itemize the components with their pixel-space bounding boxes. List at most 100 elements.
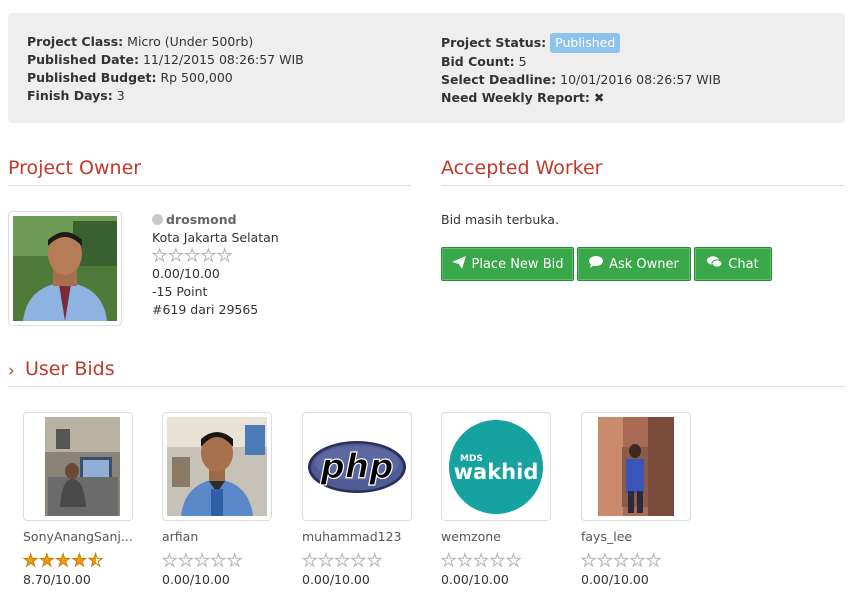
project-info-panel: Project Class: Micro (Under 500rb) Publi… [8,13,845,123]
bidder-avatar[interactable]: php [302,412,412,521]
published-date-value: 11/12/2015 08:26:57 WIB [142,52,304,67]
bidder-rating-stars: ★★★★★ [580,551,691,571]
chevron-right-icon: › [8,361,15,381]
owner-score: 0.00/10.00 [152,266,220,281]
star-icon: ★ [178,551,195,571]
star-icon: ★ [457,551,474,571]
owner-rank: #619 dari 29565 [152,302,259,317]
owner-username-row: drosmond [152,211,279,229]
chat-button[interactable]: Chat [694,247,772,281]
project-class-row: Project Class: Micro (Under 500rb) [27,34,254,49]
published-budget-value: Rp 500,000 [160,70,233,85]
person-photo-icon [586,417,686,516]
owner-rating-stars: ★★★★★ [151,246,279,266]
finish-days-row: Finish Days: 3 [27,88,125,103]
star-icon: ★ [87,551,105,571]
bid-card: php muhammad123 ★★★★★ 0.00/10.00 [301,412,412,587]
bid-count-row: Bid Count: 5 [441,54,527,69]
owner-username-link[interactable]: drosmond [166,212,237,227]
star-icon: ★ [318,551,335,571]
published-budget-row: Published Budget: Rp 500,000 [27,70,233,85]
star-icon: ★ [473,551,490,571]
bidder-name[interactable]: wemzone [441,529,551,544]
bidder-name[interactable]: fays_lee [581,529,691,544]
bids-divider [8,386,845,387]
star-icon: ★ [505,551,523,571]
star-icon: ★ [22,551,40,571]
bidder-avatar[interactable]: MDS wakhid [441,412,551,521]
star-icon: ★ [350,551,367,571]
weekly-report-row: Need Weekly Report: ✖ [441,90,605,105]
select-deadline-value: 10/01/2016 08:26:57 WIB [560,72,721,87]
bidder-name[interactable]: SonyAnangSanj... [23,529,133,544]
bidder-score: 0.00/10.00 [162,572,230,587]
owner-avatar[interactable] [8,211,122,326]
bid-card: SonyAnangSanj... ★★★★★ 8.70/10.00 [22,412,133,587]
accepted-worker-heading: Accepted Worker [441,157,603,179]
published-date-row: Published Date: 11/12/2015 08:26:57 WIB [27,52,304,67]
bidder-avatar[interactable] [23,412,133,521]
star-icon: ★ [216,246,234,266]
paper-plane-icon [451,255,466,273]
owner-divider [8,185,411,186]
project-status-row: Project Status: Published [441,33,721,53]
star-icon: ★ [645,551,663,571]
bidder-score: 0.00/10.00 [441,572,509,587]
bidder-name[interactable]: muhammad123 [302,529,412,544]
status-badge: Published [550,33,621,53]
php-logo-icon: php [307,417,407,516]
star-icon: ★ [210,551,227,571]
bid-status-text: Bid masih terbuka. [441,212,559,227]
star-icon: ★ [151,246,169,266]
bidder-rating-stars: ★★★★★ [22,551,133,571]
star-icon: ★ [71,551,88,571]
star-icon: ★ [489,551,506,571]
user-bids-heading: User Bids [25,358,115,380]
project-class-value: Micro (Under 500rb) [127,34,254,49]
person-photo-icon [167,417,267,516]
php-logo-text: php [320,447,394,487]
star-icon: ★ [301,551,319,571]
bidder-rating-stars: ★★★★★ [440,551,551,571]
worker-divider [441,185,845,186]
star-icon: ★ [161,551,179,571]
star-icon: ★ [629,551,646,571]
star-icon: ★ [200,246,217,266]
comments-icon [707,256,723,272]
owner-points: -15 Point [152,284,208,299]
star-icon: ★ [334,551,351,571]
star-icon: ★ [226,551,244,571]
select-deadline-row: Select Deadline: 10/01/2016 08:26:57 WIB [441,72,721,87]
ask-owner-button[interactable]: Ask Owner [577,247,691,281]
bid-count-value: 5 [518,54,527,69]
bidder-name[interactable]: arfian [162,529,272,544]
star-icon: ★ [194,551,211,571]
bid-card: MDS wakhid wemzone ★★★★★ 0.00/10.00 [440,412,551,587]
close-icon: ✖ [593,90,605,105]
bidder-avatar[interactable] [581,412,691,521]
project-owner-heading: Project Owner [8,157,142,179]
owner-avatar-image [13,216,117,321]
owner-location: Kota Jakarta Selatan [152,230,279,245]
star-icon: ★ [168,246,185,266]
bidder-avatar[interactable] [162,412,272,521]
bid-card: arfian ★★★★★ 0.00/10.00 [161,412,272,587]
finish-days-value: 3 [116,88,125,103]
wakhid-logo-text: wakhid [454,460,539,484]
bidder-rating-stars: ★★★★★ [301,551,412,571]
star-icon: ★ [184,246,201,266]
star-icon: ★ [597,551,614,571]
bidder-rating-stars: ★★★★★ [161,551,272,571]
wakhid-logo-icon: MDS wakhid [446,417,546,516]
owner-details: drosmond Kota Jakarta Selatan ★★★★★ 0.00… [151,211,279,319]
bidder-score: 0.00/10.00 [581,572,649,587]
star-icon: ★ [366,551,384,571]
project-info-right: Project Status: Published Bid Count: 5 S… [441,33,721,107]
bidder-score: 8.70/10.00 [23,572,91,587]
offline-dot-icon [152,214,163,225]
project-info-left: Project Class: Micro (Under 500rb) Publi… [27,33,304,105]
person-photo-icon [28,417,128,516]
bidder-score: 0.00/10.00 [302,572,370,587]
place-new-bid-button[interactable]: Place New Bid [441,247,574,281]
person-photo-icon [13,216,117,321]
